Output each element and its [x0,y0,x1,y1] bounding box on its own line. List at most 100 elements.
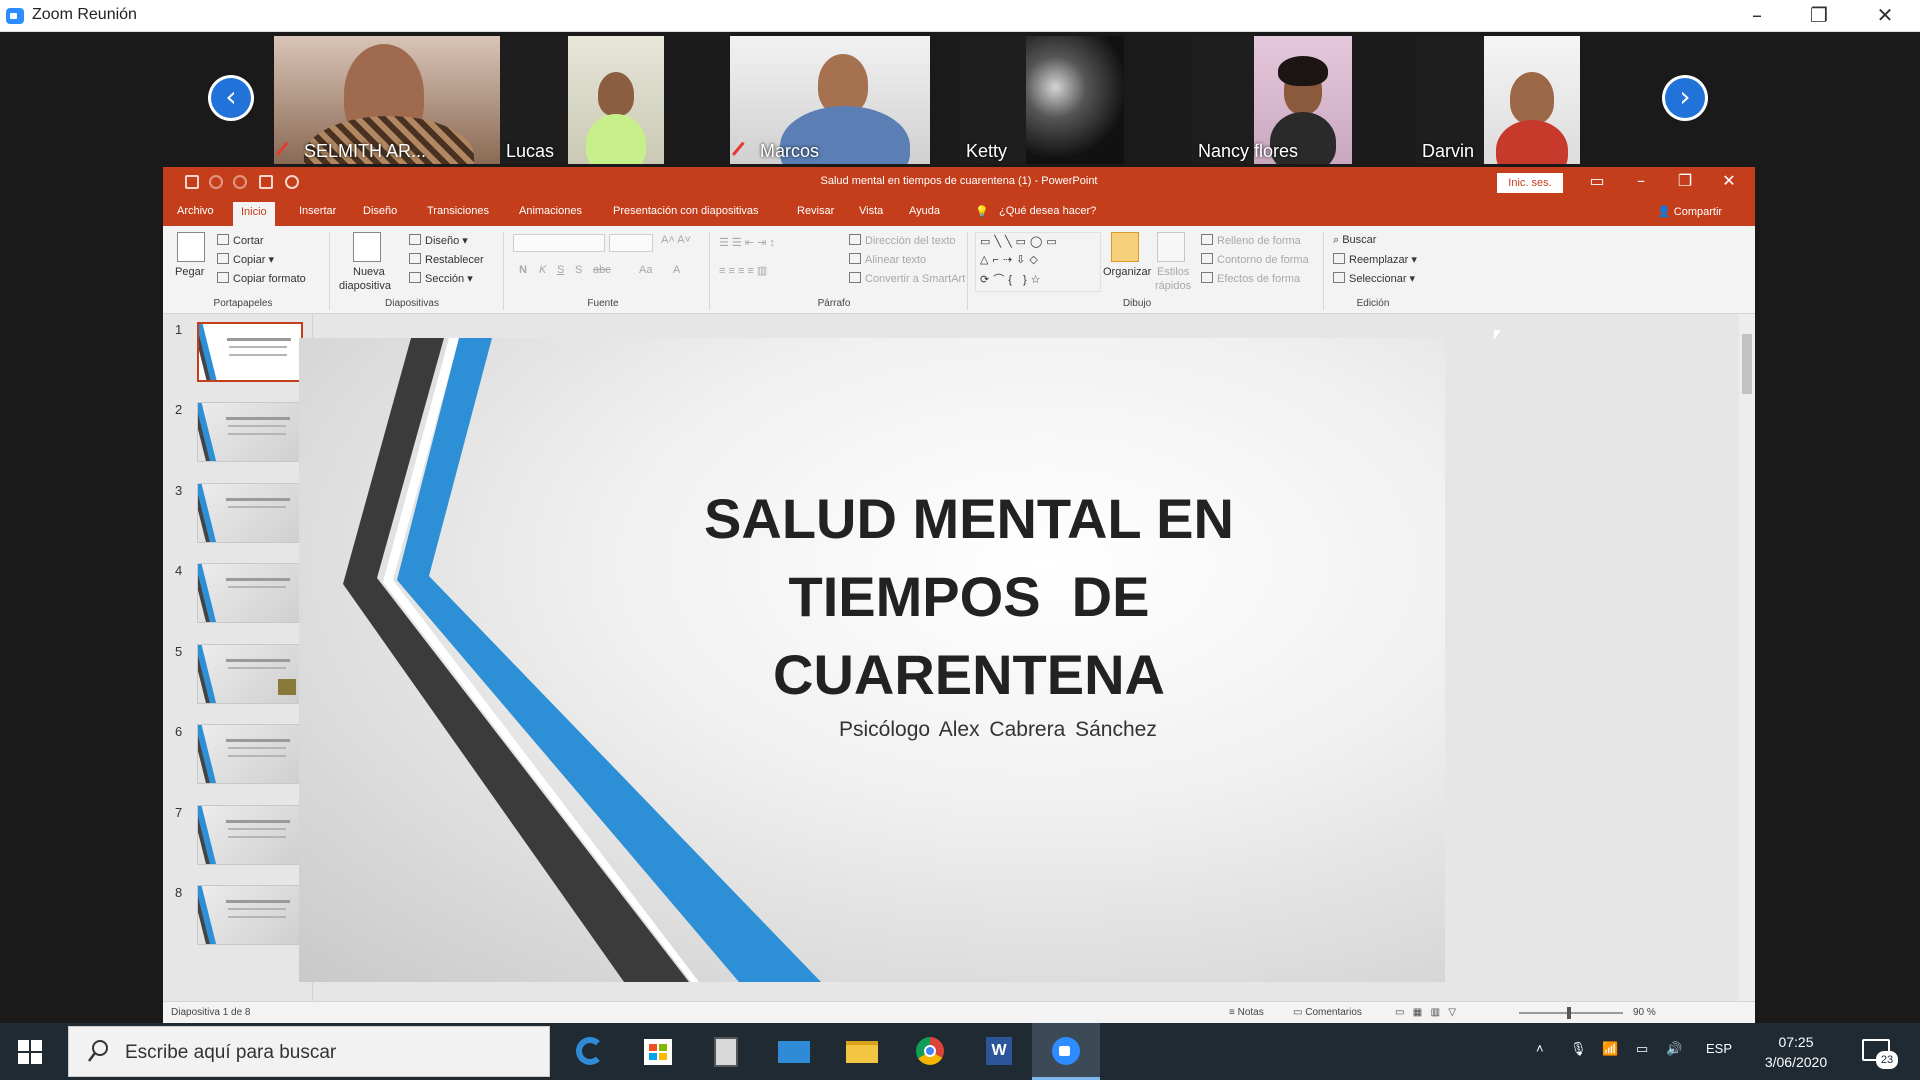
restore-button[interactable]: ❐ [1788,0,1850,32]
underline-button[interactable]: S [557,264,564,276]
file-explorer-icon[interactable] [828,1023,896,1080]
notes-button[interactable]: ≡ Notas [1229,1007,1264,1018]
slide-thumbnail[interactable] [197,724,303,784]
start-button[interactable] [18,1040,42,1064]
quick-styles-label-2[interactable]: rápidos [1155,280,1191,292]
slide-subtitle[interactable]: Psicólogo Alex Cabrera Sánchez [839,718,1157,742]
zoom-icon[interactable] [1032,1023,1100,1080]
participant-tile[interactable]: Ketty [960,36,1124,164]
smartart-button[interactable]: Convertir a SmartArt [849,272,965,285]
tab-ayuda[interactable]: Ayuda [909,205,940,217]
font-color-button[interactable]: A [673,264,680,276]
zoom-slider[interactable] [1519,1012,1623,1014]
ppt-close-button[interactable]: ✕ [1709,171,1749,190]
tab-vista[interactable]: Vista [859,205,883,217]
shadow-button[interactable]: S [575,264,582,276]
zoom-level[interactable]: 90 % [1633,1007,1656,1018]
network-icon[interactable]: 📶 [1602,1041,1618,1057]
tab-transiciones[interactable]: Transiciones [427,205,489,217]
tab-revisar[interactable]: Revisar [797,205,834,217]
quick-styles-label-1[interactable]: Estilos [1157,266,1189,278]
ppt-restore-button[interactable]: ❐ [1665,171,1705,190]
taskbar-search-input[interactable]: Escribe aquí para buscar [68,1026,550,1077]
paste-icon[interactable] [177,232,205,262]
tab-inicio[interactable]: Inicio [233,202,275,226]
new-slide-icon[interactable] [353,232,381,262]
participant-tile[interactable]: SELMITH AR... [274,36,500,164]
tab-insertar[interactable]: Insertar [299,205,336,217]
section-button[interactable]: Sección ▾ [409,272,473,285]
gallery-prev-button[interactable]: ‹ [208,75,254,121]
slide-thumbnail[interactable] [197,483,303,543]
participant-tile[interactable]: Lucas [500,36,664,164]
chrome-icon[interactable] [896,1023,964,1080]
microphone-icon[interactable]: 🎙 [1570,1041,1587,1057]
participant-tile[interactable]: Nancy flores [1192,36,1352,164]
shape-outline-button[interactable]: Contorno de forma [1201,253,1309,266]
tell-me-input[interactable]: ¿Qué desea hacer? [999,205,1096,217]
slide-thumbnail[interactable] [197,885,303,945]
align-text-button[interactable]: Alinear texto [849,253,926,266]
find-button[interactable]: ⌕ Buscar [1333,234,1376,247]
volume-icon[interactable]: 🔊 [1666,1041,1682,1057]
store-icon[interactable] [624,1023,692,1080]
font-name-select[interactable] [513,234,605,252]
view-buttons[interactable]: ▭ ▦ ▥ ▽ [1395,1007,1456,1018]
slide-title[interactable]: SALUD MENTAL EN TIEMPOS DE CUARENTENA [659,480,1279,714]
copy-button[interactable]: Copiar ▾ [217,253,274,266]
slide-thumbnail[interactable] [197,402,303,462]
replace-button[interactable]: Reemplazar ▾ [1333,253,1417,266]
font-grow-icon[interactable]: A˄ A˅ [661,234,691,246]
calculator-icon[interactable] [692,1023,760,1080]
shape-fill-button[interactable]: Relleno de forma [1201,234,1301,247]
quick-styles-icon[interactable] [1157,232,1185,262]
show-hidden-icons[interactable]: ˄ [1536,1041,1544,1056]
shape-effects-button[interactable]: Efectos de forma [1201,272,1300,285]
sign-in-button[interactable]: Inic. ses. [1497,173,1563,193]
font-size-select[interactable] [609,234,653,252]
taskbar-clock[interactable]: 07:25 3/06/2020 [1758,1032,1834,1072]
new-slide-label-1[interactable]: Nueva [353,266,385,278]
reset-button[interactable]: Restablecer [409,253,484,266]
edge-icon[interactable] [556,1023,624,1080]
strikethrough-button[interactable]: abc [593,264,611,276]
select-button[interactable]: Seleccionar ▾ [1333,272,1415,285]
slide-canvas[interactable]: SALUD MENTAL EN TIEMPOS DE CUARENTENA Ps… [299,338,1445,982]
italic-button[interactable]: K [539,264,546,276]
bullets-icon[interactable]: ☰ ☰ ⇤ ⇥ ↕ [719,236,775,249]
participant-tile[interactable]: Darvin [1416,36,1580,164]
tab-diseno[interactable]: Diseño [363,205,397,217]
tab-archivo[interactable]: Archivo [177,205,214,217]
word-icon[interactable]: W [964,1023,1032,1080]
scrollbar-thumb[interactable] [1742,334,1752,394]
notification-center-icon[interactable]: 23 [1862,1039,1898,1069]
bold-button[interactable]: N [519,264,527,276]
participant-tile[interactable]: Marcos [730,36,930,164]
format-painter-button[interactable]: Copiar formato [217,272,306,285]
vertical-scrollbar[interactable] [1739,314,1755,1001]
gallery-next-button[interactable]: › [1662,75,1708,121]
slide-thumbnail[interactable] [197,644,303,704]
paste-button[interactable]: Pegar [175,266,204,278]
arrange-button[interactable]: Organizar [1103,266,1151,278]
new-slide-label-2[interactable]: diapositiva [339,280,391,292]
language-indicator[interactable]: ESP [1706,1041,1732,1056]
share-button[interactable]: 👤 Compartir [1657,205,1722,218]
tab-animaciones[interactable]: Animaciones [519,205,582,217]
change-case-button[interactable]: Aa [639,264,652,276]
layout-button[interactable]: Diseño ▾ [409,234,468,247]
close-button[interactable]: ✕ [1854,0,1916,32]
tab-presentacion[interactable]: Presentación con diapositivas [613,205,759,217]
text-direction-button[interactable]: Dirección del texto [849,234,956,247]
shapes-gallery[interactable]: ▭╲╲▭◯▭ △⌐⇢⇩◇ ⟳⌒{ }☆ [975,232,1101,292]
mail-icon[interactable] [760,1023,828,1080]
battery-icon[interactable]: ▭ [1636,1041,1648,1057]
slide-thumbnail[interactable] [197,805,303,865]
slide-thumbnail[interactable] [197,563,303,623]
zoom-slider-thumb[interactable] [1567,1007,1571,1019]
slide-thumbnail[interactable] [197,322,303,382]
ppt-minimize-button[interactable]: – [1621,171,1661,190]
ribbon-display-options-icon[interactable]: ▭ [1577,171,1617,190]
cut-button[interactable]: Cortar [217,234,264,247]
arrange-icon[interactable] [1111,232,1139,262]
